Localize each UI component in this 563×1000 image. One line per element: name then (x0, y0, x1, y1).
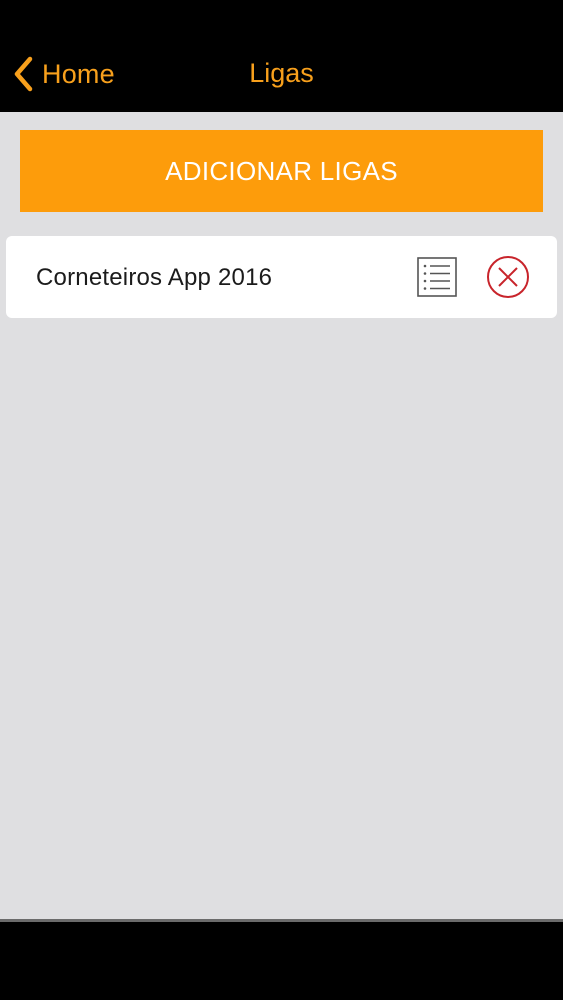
add-leagues-button[interactable]: ADICIONAR LIGAS (20, 130, 543, 212)
navigation-bar: Home Ligas (0, 0, 563, 112)
league-name: Corneteiros App 2016 (36, 264, 273, 291)
list-icon[interactable] (416, 256, 458, 298)
list-item[interactable]: Corneteiros App 2016 (6, 236, 557, 318)
page-title: Ligas (249, 58, 314, 88)
bottom-bar (0, 922, 563, 1000)
remove-circle-x-icon[interactable] (486, 255, 530, 299)
